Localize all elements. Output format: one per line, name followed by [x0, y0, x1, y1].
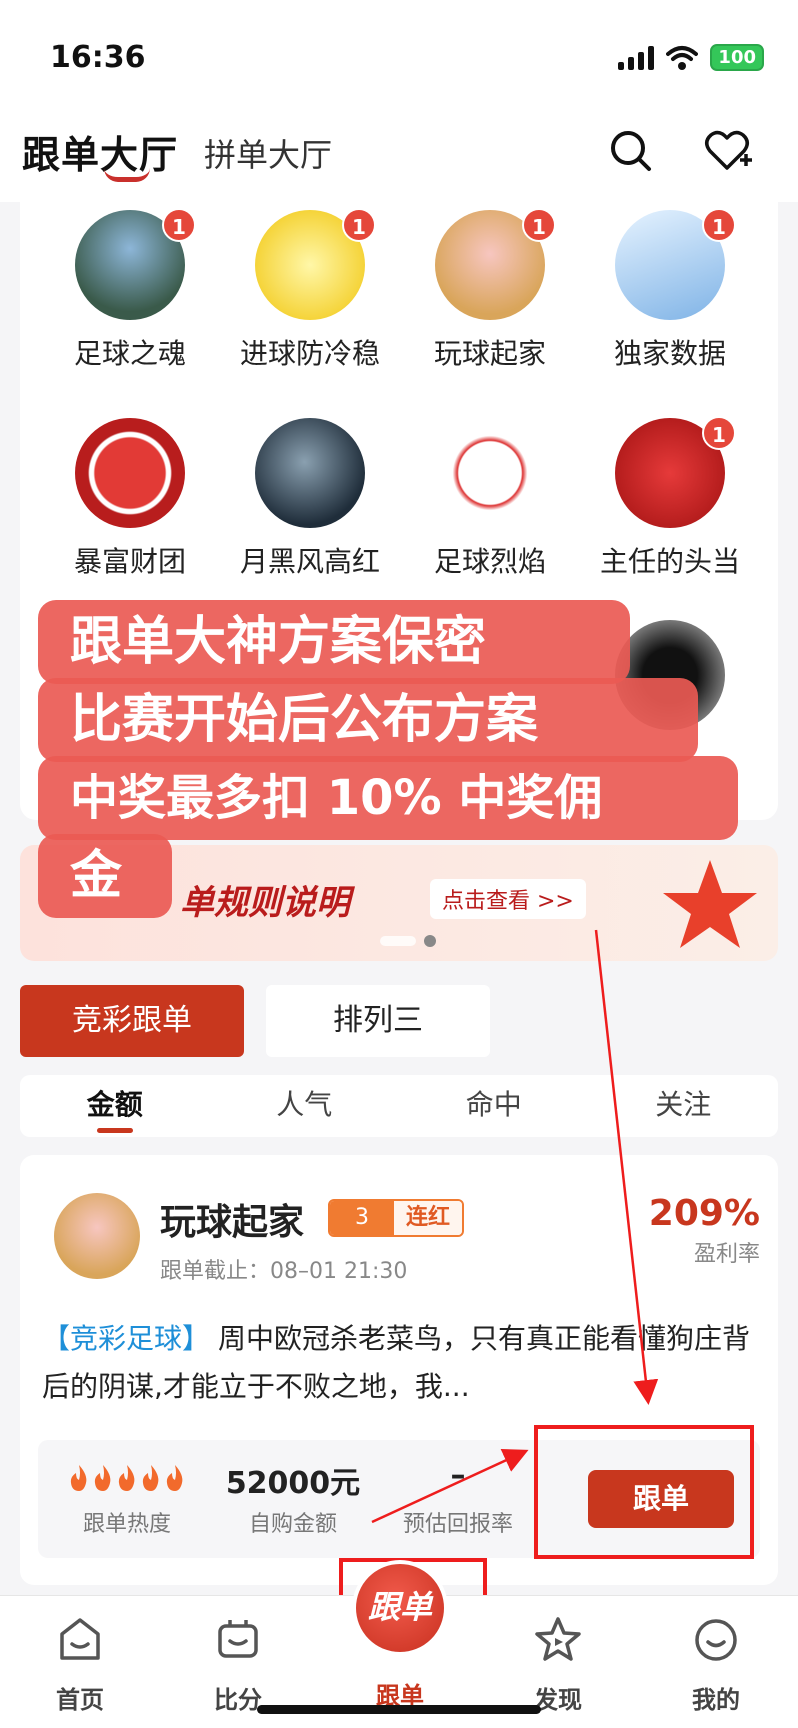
- expert-avatar[interactable]: [255, 418, 365, 528]
- stat-amount: 52000元 自购金额: [213, 1458, 373, 1538]
- flame-icons: [52, 1458, 202, 1498]
- sort-popularity[interactable]: 人气: [210, 1075, 400, 1137]
- unread-badge: 1: [702, 416, 736, 450]
- expert-name[interactable]: 玩球起家: [400, 332, 580, 372]
- status-time: 16:36: [50, 40, 146, 75]
- annotation-box-follow: [534, 1425, 754, 1559]
- plan-description[interactable]: 【竞彩足球】 周中欧冠杀老菜鸟，只有真正能看懂狗庄背后的阴谋,才能立于不败之地，我…: [42, 1315, 772, 1411]
- expert-name[interactable]: 足球之魂: [40, 332, 220, 372]
- flame-icon: [94, 1465, 111, 1491]
- tab-follow-icon[interactable]: 跟单: [352, 1560, 448, 1656]
- sort-following[interactable]: 关注: [589, 1075, 779, 1137]
- unread-badge: 1: [342, 208, 376, 242]
- favorite-add-icon[interactable]: [700, 124, 754, 178]
- tab-follow-hall[interactable]: 跟单大厅: [22, 124, 178, 179]
- flame-icon: [142, 1465, 159, 1491]
- tab-discover[interactable]: 发现: [498, 1614, 618, 1715]
- home-indicator: [257, 1705, 541, 1714]
- stat-return-value: –: [450, 1458, 466, 1493]
- tab-pailie3[interactable]: 排列三: [266, 985, 490, 1057]
- stat-amount-value: 52000元: [225, 1466, 361, 1501]
- plan-deadline: 跟单截止：08–01 21:30: [160, 1259, 408, 1284]
- signal-icon: [618, 45, 655, 70]
- callout-line: 中奖最多扣 10% 中奖佣: [38, 756, 738, 840]
- discover-star-icon: [535, 1617, 581, 1661]
- expert-avatar[interactable]: [435, 418, 545, 528]
- app-header: 跟单大厅 拼单大厅: [0, 110, 798, 202]
- avatar[interactable]: [54, 1193, 140, 1279]
- expert-name[interactable]: 主任的头当: [580, 540, 760, 580]
- expert-name[interactable]: 独家数据: [580, 332, 760, 372]
- stat-return: – 预估回报率: [378, 1458, 538, 1538]
- promo-callout: 跟单大神方案保密 比赛开始后公布方案 中奖最多扣 10% 中奖佣 金: [38, 600, 738, 960]
- unread-badge: 1: [162, 208, 196, 242]
- wifi-icon: [666, 45, 699, 70]
- streak-label: 连红: [394, 1201, 463, 1235]
- battery-indicator: 100: [710, 44, 764, 71]
- callout-line: 跟单大神方案保密: [38, 600, 630, 684]
- home-icon: [60, 1618, 100, 1660]
- flame-icon: [118, 1465, 135, 1491]
- plan-tag: 【竞彩足球】: [42, 1322, 211, 1355]
- search-icon[interactable]: [604, 124, 658, 178]
- score-icon: [218, 1620, 258, 1658]
- flame-icon: [166, 1465, 183, 1491]
- flame-icon: [70, 1465, 87, 1491]
- callout-line: 比赛开始后公布方案: [38, 678, 698, 762]
- sort-bar: 金额 人气 命中 关注: [20, 1075, 778, 1137]
- tab-jingcai-follow[interactable]: 竞彩跟单: [20, 985, 244, 1057]
- brand-underline: [104, 168, 150, 182]
- expert-avatar[interactable]: [75, 418, 185, 528]
- status-bar: 16:36 100: [0, 0, 798, 110]
- unread-badge: 1: [702, 208, 736, 242]
- roi-label: 盈利率: [693, 1242, 760, 1267]
- stat-return-label: 预估回报率: [402, 1512, 513, 1537]
- streak-count: 3: [330, 1201, 394, 1235]
- unread-badge: 1: [522, 208, 556, 242]
- streak-badge: 3 连红: [328, 1199, 465, 1237]
- expert-name[interactable]: 足球烈焰: [400, 540, 580, 580]
- sort-amount[interactable]: 金额: [20, 1075, 210, 1137]
- profile-smile-icon: [695, 1619, 737, 1661]
- callout-line: 金: [38, 834, 172, 918]
- sort-hit-rate[interactable]: 命中: [399, 1075, 589, 1137]
- tab-mine-label: 我的: [692, 1686, 740, 1714]
- expert-name[interactable]: 进球防冷稳: [220, 332, 400, 372]
- stat-heat: 跟单热度: [52, 1458, 202, 1538]
- tab-score[interactable]: 比分: [178, 1614, 298, 1715]
- tab-home-label: 首页: [56, 1686, 104, 1714]
- expert-name[interactable]: 暴富财团: [40, 540, 220, 580]
- status-icons: 100: [618, 44, 764, 71]
- stat-amount-label: 自购金额: [248, 1512, 337, 1537]
- stat-heat-label: 跟单热度: [82, 1512, 171, 1537]
- tab-mine[interactable]: 我的: [656, 1614, 776, 1715]
- tab-home[interactable]: 首页: [20, 1614, 140, 1715]
- plan-author-name[interactable]: 玩球起家: [160, 1193, 304, 1245]
- roi-block: 209% 盈利率: [649, 1193, 760, 1268]
- expert-name[interactable]: 月黑风高红: [220, 540, 400, 580]
- roi-value: 209%: [648, 1193, 760, 1234]
- tab-group-hall[interactable]: 拼单大厅: [204, 130, 332, 176]
